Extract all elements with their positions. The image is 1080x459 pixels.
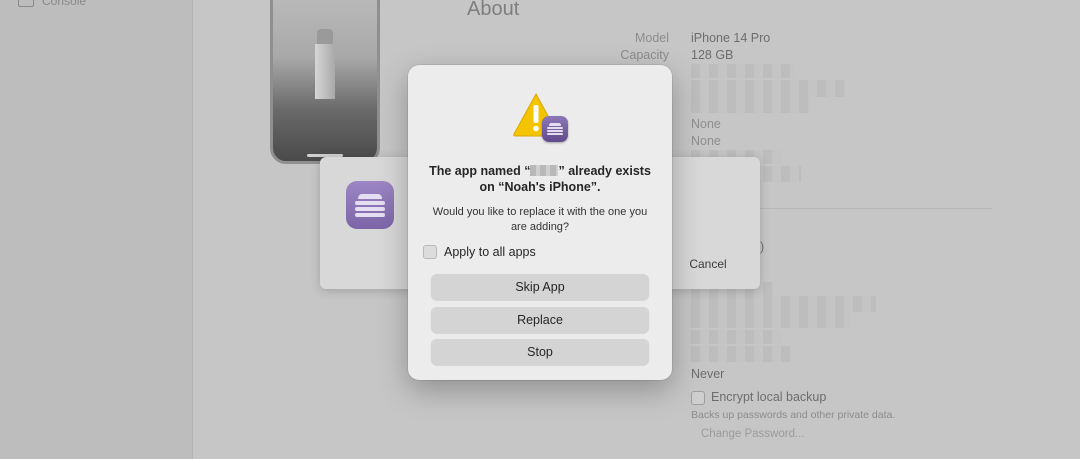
redacted-value (691, 312, 851, 328)
lighthouse-image (315, 44, 335, 99)
none-value: None (691, 117, 721, 131)
configurator-app-icon (346, 181, 394, 229)
cancel-button[interactable]: Cancel (678, 253, 738, 275)
model-value: iPhone 14 Pro (691, 31, 771, 45)
redacted-value (691, 346, 791, 362)
sidebar-item-label: Console (42, 0, 87, 8)
truncated-text: ) (760, 240, 765, 254)
configurator-app-icon (542, 116, 568, 142)
skip-app-button[interactable]: Skip App (431, 274, 649, 300)
redacted-app-name (530, 165, 559, 176)
encrypt-backup-checkbox[interactable] (691, 391, 705, 405)
redacted-value (691, 97, 811, 113)
console-icon (18, 0, 34, 7)
lighthouse-image-top (317, 29, 333, 45)
change-password-button[interactable]: Change Password... (691, 424, 821, 444)
sidebar: Console (0, 0, 193, 459)
alert-message: Would you like to replace it with the on… (432, 206, 648, 233)
redacted-value (691, 64, 795, 78)
apply-all-checkbox-row[interactable]: Apply to all apps (423, 245, 536, 259)
redacted-value (691, 80, 845, 97)
alert-title: The app named “” already exists on “Noah… (426, 164, 654, 195)
about-title: About (467, 0, 520, 20)
backup-frequency-value: Never (691, 367, 725, 381)
apply-all-checkbox[interactable] (423, 245, 437, 259)
capacity-label: Capacity (620, 48, 669, 62)
model-label: Model (634, 31, 669, 45)
stop-button[interactable]: Stop (431, 339, 649, 365)
redacted-value (691, 296, 876, 312)
redacted-value (691, 330, 781, 344)
sidebar-item-console[interactable]: Console (18, 0, 86, 8)
device-preview (270, 0, 380, 164)
encrypt-backup-label: Encrypt local backup (711, 390, 827, 404)
capacity-value: 128 GB (691, 48, 734, 62)
replace-app-alert: The app named “” already exists on “Noah… (408, 65, 672, 380)
replace-button[interactable]: Replace (431, 307, 649, 333)
apply-all-label: Apply to all apps (444, 245, 536, 259)
encrypt-backup-description: Backs up passwords and other private dat… (691, 409, 896, 421)
none-value: None (691, 134, 721, 148)
alert-title-prefix: The app named “ (429, 164, 531, 178)
